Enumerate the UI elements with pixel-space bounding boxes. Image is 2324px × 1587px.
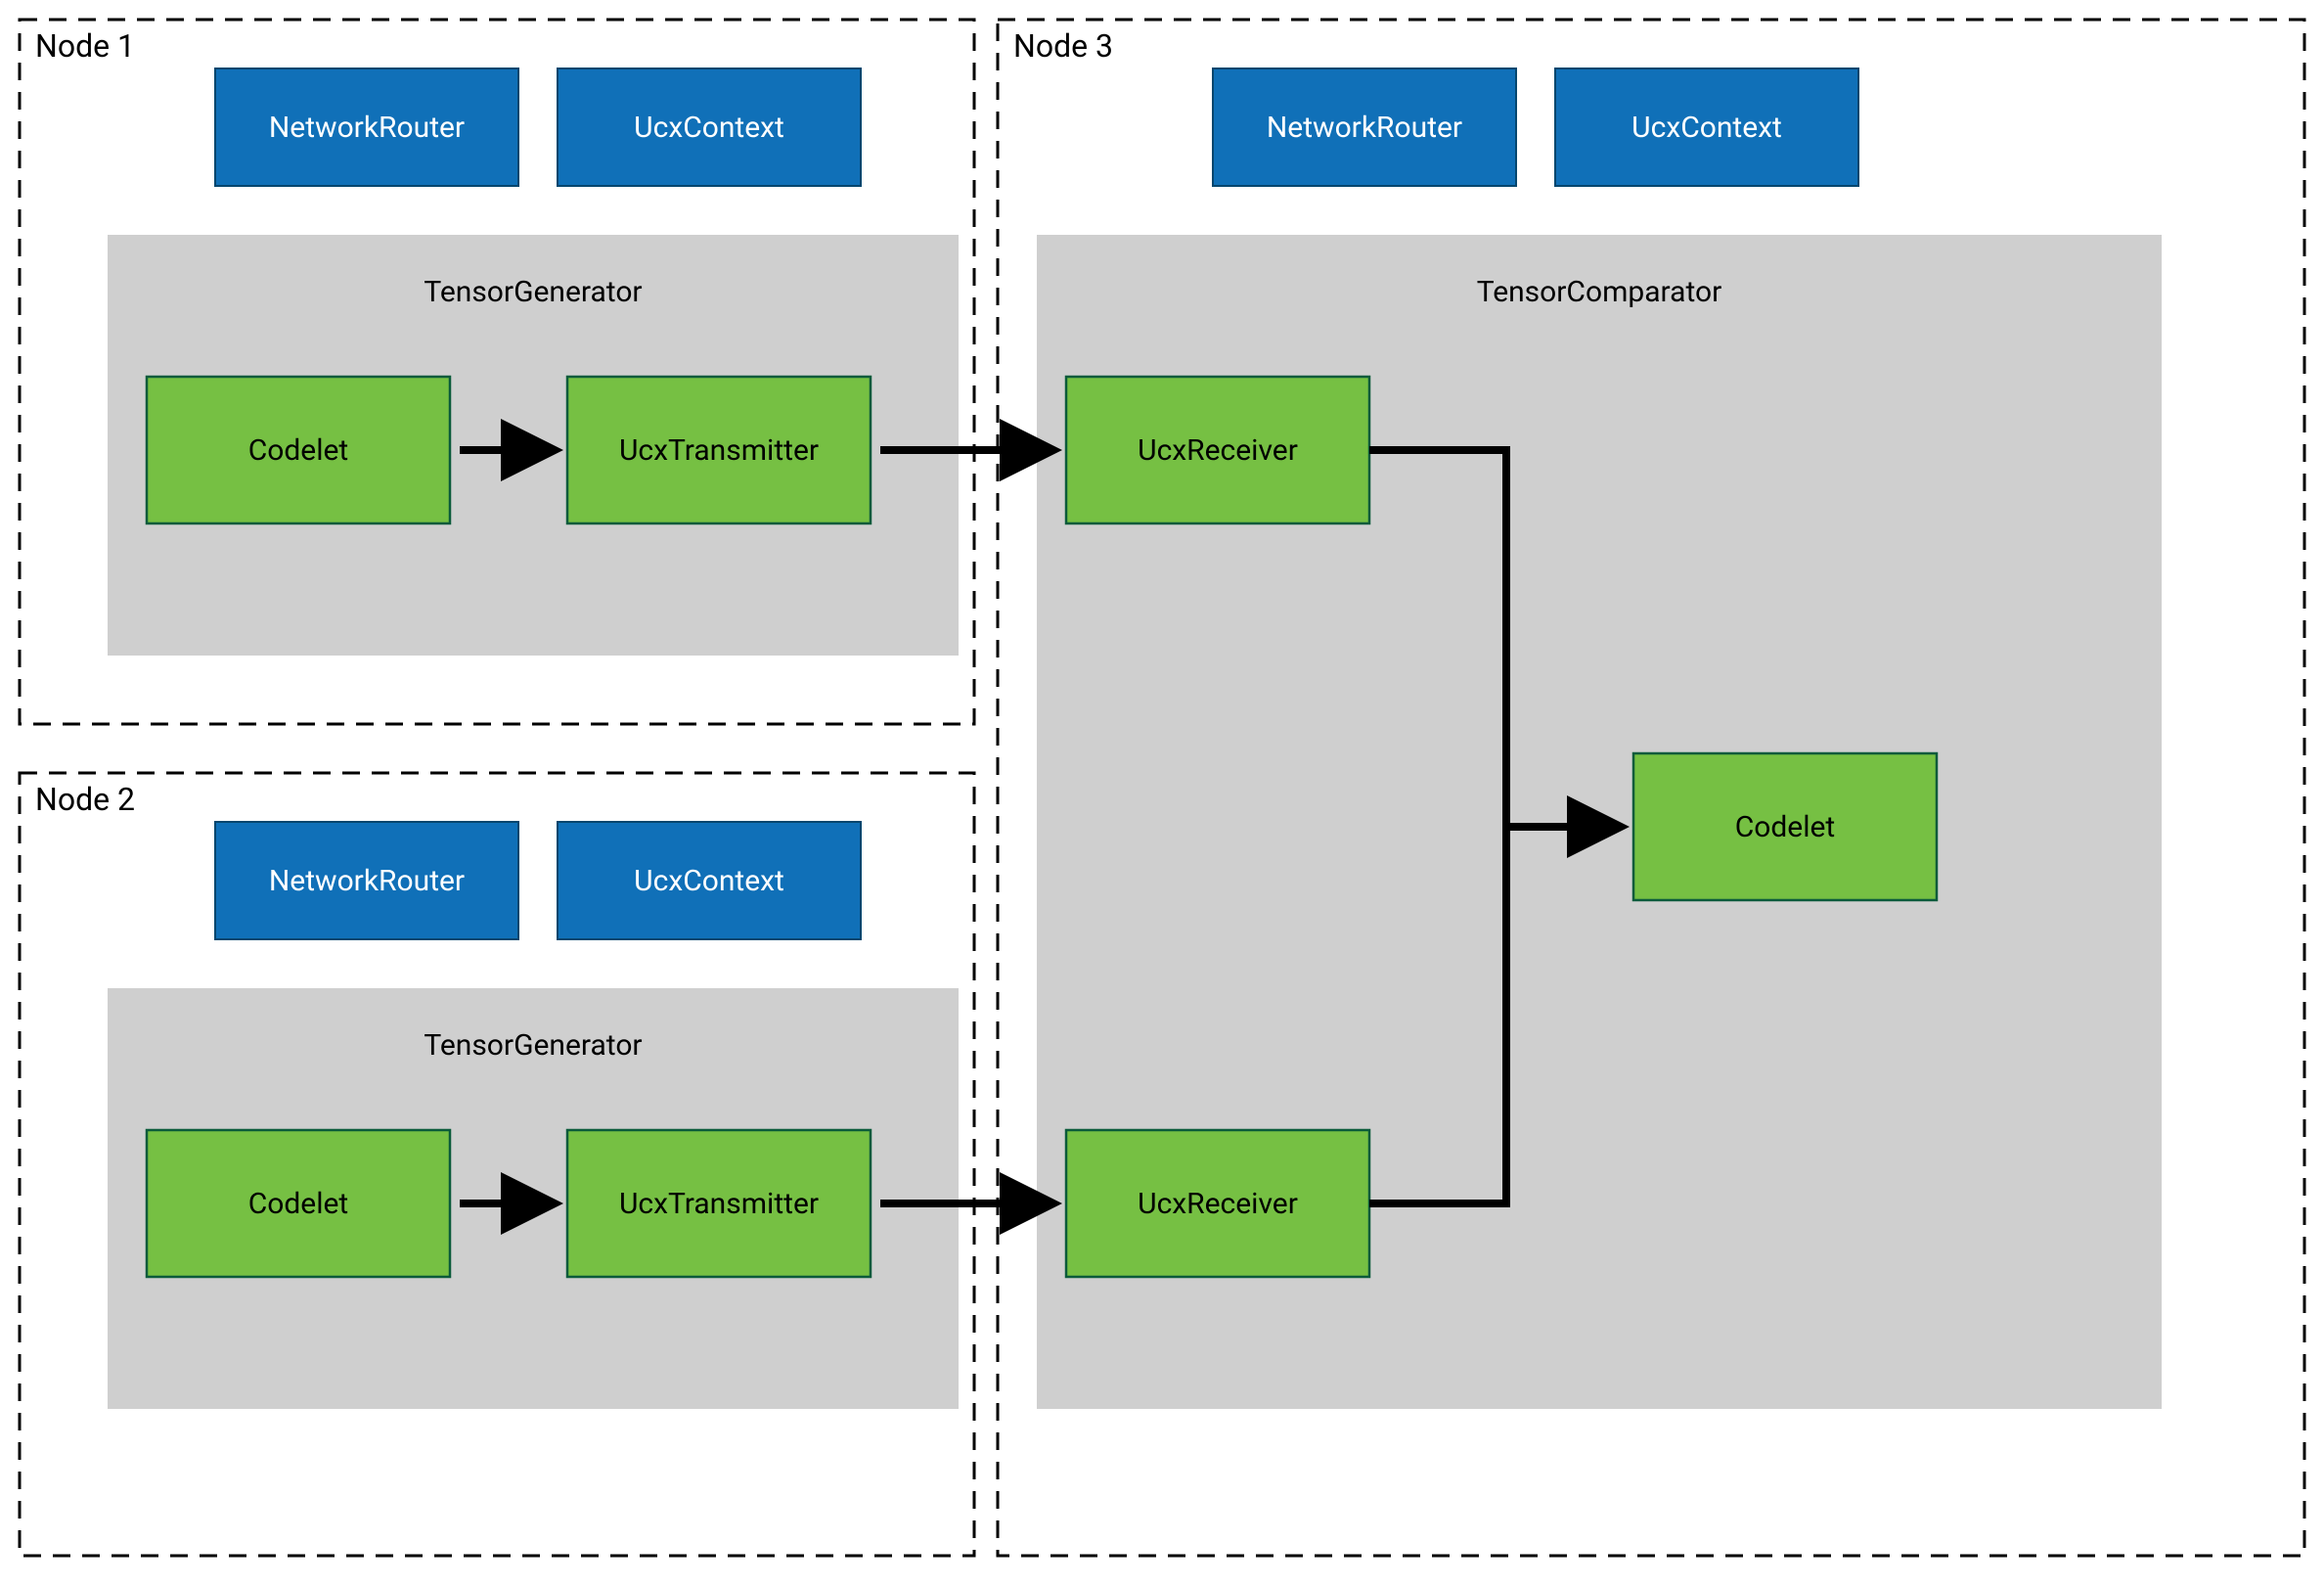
- svg-text:UcxContext: UcxContext: [1631, 111, 1782, 145]
- svg-text:UcxContext: UcxContext: [634, 111, 784, 145]
- svg-text:Codelet: Codelet: [1735, 810, 1835, 844]
- svg-text:Codelet: Codelet: [248, 1187, 348, 1221]
- svg-text:TensorGenerator: TensorGenerator: [424, 275, 642, 309]
- node-1-label: Node 1: [35, 27, 135, 65]
- node-3-network-router: NetworkRouter: [1213, 68, 1516, 186]
- node-2-label: Node 2: [35, 781, 135, 818]
- svg-text:UcxTransmitter: UcxTransmitter: [619, 1187, 819, 1221]
- node-2: Node 2 NetworkRouter UcxContext TensorGe…: [20, 773, 974, 1556]
- svg-text:UcxTransmitter: UcxTransmitter: [619, 433, 819, 468]
- node-3: Node 3 NetworkRouter UcxContext TensorCo…: [998, 20, 2304, 1556]
- svg-text:NetworkRouter: NetworkRouter: [269, 111, 465, 145]
- node-3-tensor-comparator: TensorComparator UcxReceiver UcxReceiver…: [1037, 235, 2162, 1409]
- node-2-ucx-context: UcxContext: [558, 822, 861, 939]
- node-3-label: Node 3: [1013, 27, 1113, 65]
- node-1-network-router: NetworkRouter: [215, 68, 518, 186]
- svg-text:UcxReceiver: UcxReceiver: [1138, 433, 1298, 468]
- node-2-tensor-generator: TensorGenerator Codelet UcxTransmitter: [108, 988, 959, 1409]
- svg-text:Codelet: Codelet: [248, 433, 348, 468]
- node-1-ucx-context: UcxContext: [558, 68, 861, 186]
- node-2-ucx-transmitter: UcxTransmitter: [567, 1130, 871, 1277]
- node-3-ucx-receiver-1: UcxReceiver: [1066, 377, 1369, 523]
- node-2-codelet: Codelet: [147, 1130, 450, 1277]
- node-3-codelet: Codelet: [1633, 753, 1937, 900]
- node-2-network-router: NetworkRouter: [215, 822, 518, 939]
- node-3-ucx-context: UcxContext: [1555, 68, 1858, 186]
- node-1-ucx-transmitter: UcxTransmitter: [567, 377, 871, 523]
- svg-text:TensorComparator: TensorComparator: [1477, 275, 1722, 309]
- svg-text:TensorGenerator: TensorGenerator: [424, 1028, 642, 1063]
- svg-text:NetworkRouter: NetworkRouter: [269, 864, 465, 898]
- node-1-tensor-generator: TensorGenerator Codelet UcxTransmitter: [108, 235, 959, 656]
- svg-text:UcxReceiver: UcxReceiver: [1138, 1187, 1298, 1221]
- node-1-codelet: Codelet: [147, 377, 450, 523]
- svg-text:NetworkRouter: NetworkRouter: [1267, 111, 1462, 145]
- svg-text:UcxContext: UcxContext: [634, 864, 784, 898]
- node-1: Node 1 NetworkRouter UcxContext TensorGe…: [20, 20, 974, 724]
- node-3-ucx-receiver-2: UcxReceiver: [1066, 1130, 1369, 1277]
- diagram-canvas: Node 1 NetworkRouter UcxContext TensorGe…: [0, 0, 2324, 1587]
